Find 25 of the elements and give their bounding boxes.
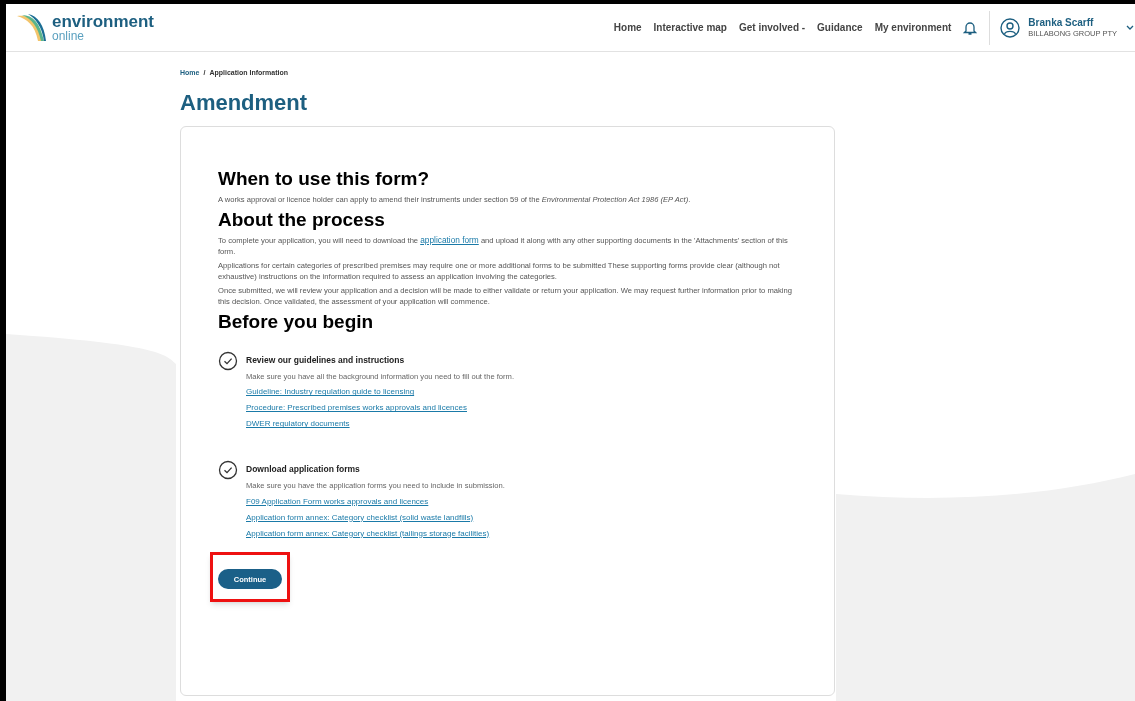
nav-link[interactable]: Get involved - — [738, 20, 806, 35]
nav-link[interactable]: Guidance — [817, 20, 863, 35]
notification-bell-icon[interactable] — [963, 19, 978, 36]
user-avatar-icon[interactable] — [1000, 17, 1021, 38]
page-title: Amendment — [180, 88, 309, 116]
logo-subtitle: online — [52, 30, 86, 42]
step-title: Download application forms — [246, 463, 361, 477]
section-heading: About the process — [218, 207, 386, 232]
logo-icon — [16, 12, 48, 43]
document-link[interactable]: Procedure: Prescribed premises works approvals and licences — [246, 402, 515, 415]
document-link[interactable]: Guideline: Industry regulation guide to licensing — [246, 386, 515, 399]
inline-link[interactable]: application form — [420, 234, 479, 245]
section-heading: When to use this form? — [218, 167, 431, 191]
logo-title: environment — [52, 13, 155, 30]
nav-link[interactable]: My environment — [874, 20, 952, 35]
document-link[interactable]: Application form annex: Category checklist (tailings storage facilities) — [246, 527, 505, 540]
document-link[interactable]: F09 Application Form works approvals and licences — [246, 495, 505, 508]
user-name[interactable]: Branka Scarff — [1028, 16, 1117, 30]
document-link[interactable]: Application form annex: Category checklist (solid waste landfills) — [246, 511, 505, 524]
section-heading: Before you begin — [218, 309, 375, 334]
nav-link[interactable]: Home — [613, 20, 642, 35]
step-title: Review our guidelines and instructions — [246, 354, 406, 367]
nav-link[interactable]: Interactive map — [653, 20, 727, 35]
chevron-down-icon[interactable] — [1125, 23, 1135, 32]
document-link[interactable]: DWER regulatory documents — [246, 418, 515, 431]
